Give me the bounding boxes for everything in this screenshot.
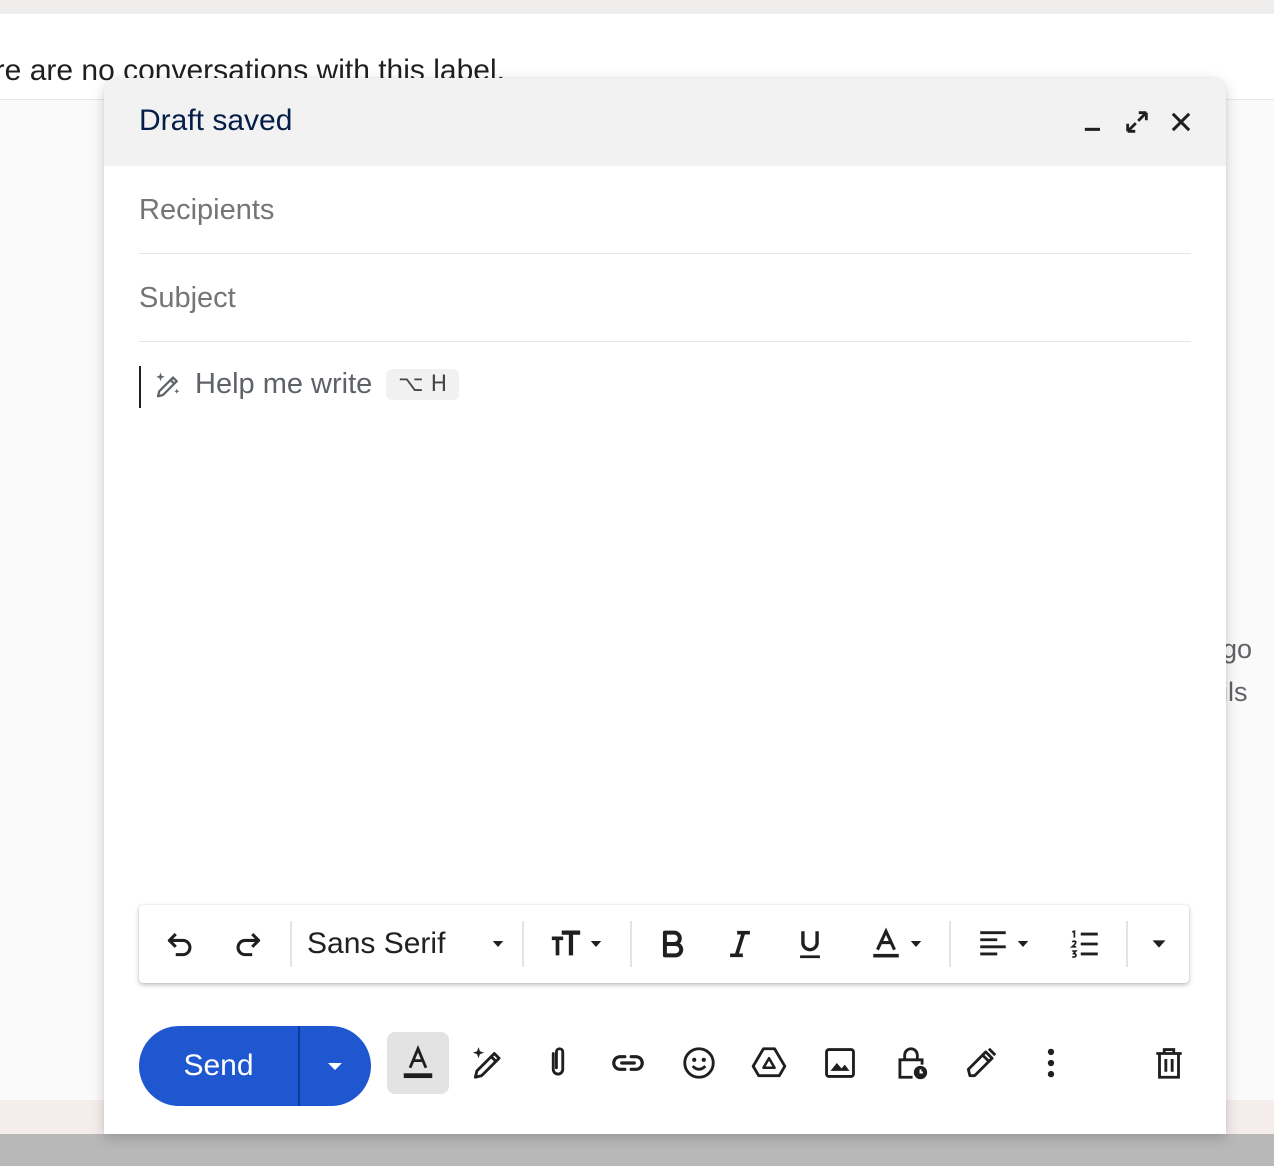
top-strip	[0, 0, 1274, 14]
chevron-down-icon	[1017, 941, 1029, 947]
insert-emoji-button[interactable]	[668, 1032, 730, 1094]
align-left-icon	[980, 931, 1006, 956]
text-size-icon	[551, 930, 581, 956]
more-options-button[interactable]	[1020, 1032, 1082, 1094]
font-size-button[interactable]	[541, 924, 613, 964]
close-button[interactable]	[1163, 104, 1199, 140]
toolbar-divider	[630, 921, 632, 967]
compose-window: Draft saved Help me write	[104, 78, 1226, 1134]
image-icon	[825, 1048, 855, 1078]
signature-icon	[966, 1047, 997, 1078]
subject-input[interactable]	[139, 280, 1191, 316]
link-icon	[612, 1055, 644, 1071]
bold-button[interactable]	[651, 924, 693, 964]
recipients-row	[139, 166, 1191, 254]
italic-button[interactable]	[719, 924, 761, 964]
chevron-down-icon	[910, 941, 922, 947]
toolbar-divider	[522, 921, 524, 967]
chevron-down-icon	[590, 941, 602, 947]
more-formatting-button[interactable]	[1142, 924, 1176, 964]
send-button-group: Send	[139, 1026, 371, 1106]
help-me-write-label: Help me write	[195, 368, 373, 400]
more-options-icon	[1047, 1048, 1055, 1078]
expand-icon	[1126, 111, 1148, 133]
help-me-write-icon	[472, 1047, 501, 1079]
minimize-icon	[1084, 127, 1100, 131]
discard-draft-button[interactable]	[1138, 1032, 1200, 1094]
confidential-mode-button[interactable]	[880, 1032, 942, 1094]
underline-icon	[800, 931, 820, 959]
send-options-button[interactable]	[300, 1026, 372, 1106]
italic-icon	[730, 930, 750, 958]
undo-button[interactable]	[159, 924, 201, 964]
subject-row	[139, 254, 1191, 342]
align-button[interactable]	[968, 924, 1040, 964]
message-body[interactable]: Help me write ⌥ H	[139, 364, 1191, 904]
sparkle-pen-icon	[156, 372, 180, 397]
redo-button[interactable]	[227, 924, 269, 964]
window-bottom-bar	[0, 1134, 1274, 1166]
formatting-options-icon	[403, 1045, 433, 1079]
chevron-down-icon	[328, 1063, 343, 1070]
toolbar-divider	[949, 921, 951, 967]
text-color-icon	[873, 927, 899, 958]
confidential-mode-icon	[898, 1047, 928, 1080]
attach-files-button[interactable]	[527, 1032, 589, 1094]
help-me-write-prompt[interactable]: Help me write ⌥ H	[153, 368, 460, 401]
chevron-down-icon	[492, 941, 504, 947]
text-cursor	[139, 366, 141, 408]
font-family-select[interactable]: Sans Serif	[307, 924, 507, 964]
emoji-icon	[683, 1047, 715, 1079]
send-button[interactable]: Send	[139, 1026, 298, 1106]
underline-button[interactable]	[789, 924, 831, 964]
insert-photo-button[interactable]	[809, 1032, 871, 1094]
help-me-write-button[interactable]	[457, 1032, 519, 1094]
compose-title: Draft saved	[139, 104, 293, 137]
undo-icon	[167, 932, 192, 957]
drive-icon	[751, 1047, 787, 1078]
chevron-down-icon	[1152, 940, 1166, 948]
fullscreen-button[interactable]	[1119, 104, 1155, 140]
background-text-fragment: go	[1222, 634, 1253, 664]
minimize-button[interactable]	[1075, 104, 1111, 140]
keyboard-shortcut: ⌥ H	[386, 369, 460, 400]
recipients-input[interactable]	[139, 192, 1191, 228]
redo-icon	[236, 932, 261, 957]
delete-icon	[1156, 1048, 1182, 1079]
text-color-button[interactable]	[861, 924, 933, 964]
formatting-toolbar: Sans Serif	[139, 905, 1189, 983]
font-family-value: Sans Serif	[307, 927, 446, 960]
numbered-list-button[interactable]	[1064, 924, 1106, 964]
insert-signature-button[interactable]	[950, 1032, 1012, 1094]
bold-icon	[662, 930, 684, 958]
toolbar-divider	[290, 921, 292, 967]
close-icon	[1171, 112, 1191, 132]
compose-header[interactable]: Draft saved	[104, 78, 1226, 166]
attach-icon	[551, 1047, 565, 1076]
insert-link-button[interactable]	[597, 1032, 659, 1094]
toolbar-divider	[1126, 921, 1128, 967]
insert-drive-button[interactable]	[738, 1032, 800, 1094]
formatting-options-button[interactable]	[387, 1032, 449, 1094]
numbered-list-icon	[1069, 930, 1098, 958]
